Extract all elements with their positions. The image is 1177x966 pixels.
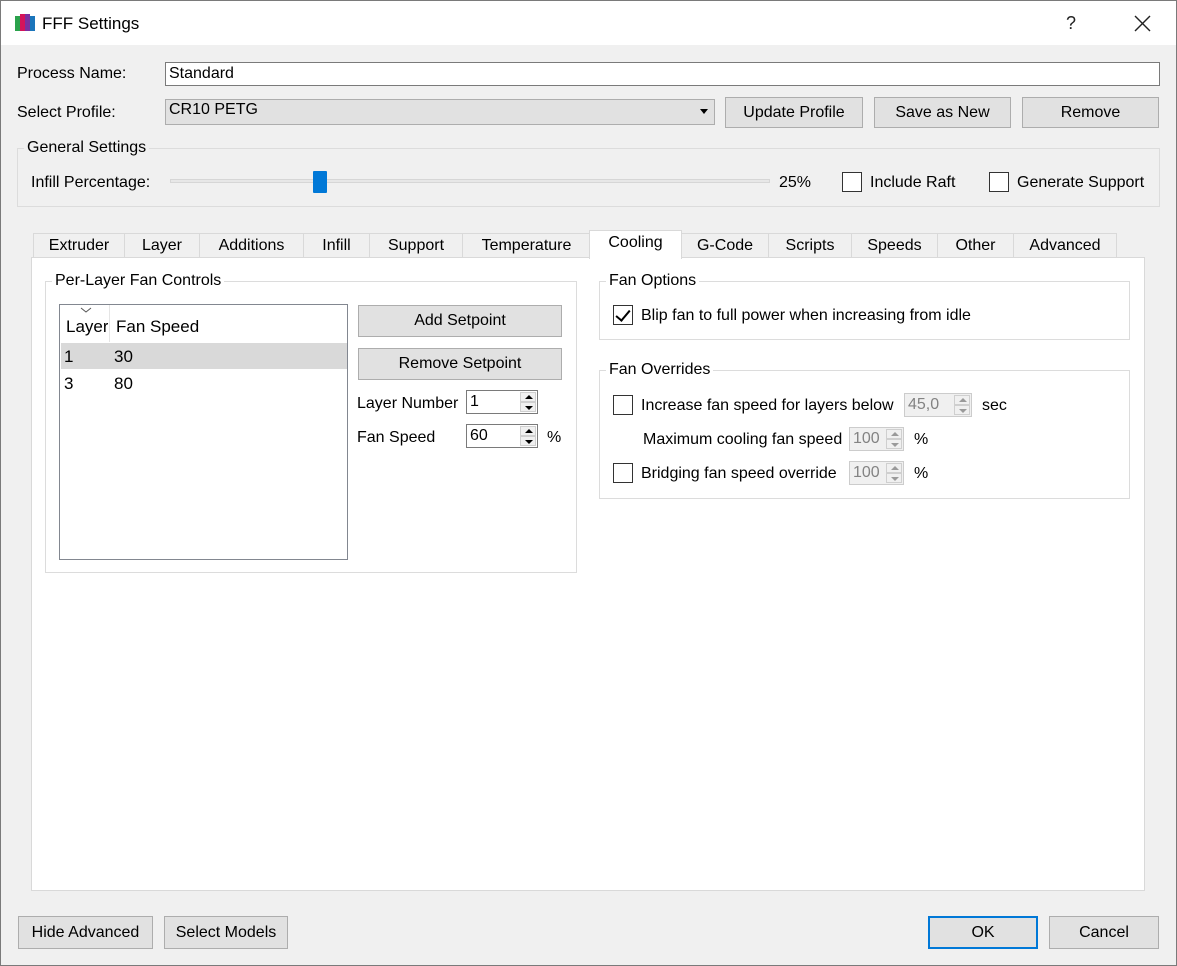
fan-options-title: Fan Options: [606, 272, 700, 290]
process-name-label: Process Name:: [17, 65, 127, 82]
max-cooling-fan-speed-unit: %: [914, 431, 929, 448]
infill-slider-thumb[interactable]: [313, 171, 327, 193]
spin-up-icon[interactable]: [520, 426, 536, 436]
layer-number-value: 1: [470, 393, 479, 410]
spin-up-icon[interactable]: [886, 463, 902, 473]
ok-button[interactable]: OK: [928, 916, 1038, 949]
increase-fan-speed-unit: sec: [982, 397, 1007, 414]
table-row[interactable]: 3 80: [61, 370, 347, 396]
tab-g-code[interactable]: G-Code: [681, 233, 769, 258]
window-title: FFF Settings: [42, 14, 140, 33]
tab-other[interactable]: Other: [937, 233, 1014, 258]
sort-chevron-icon: [80, 307, 92, 313]
row-fan-speed: 30: [114, 347, 133, 366]
spin-up-icon[interactable]: [520, 392, 536, 402]
row-layer: 1: [64, 347, 74, 366]
chevron-down-icon: [700, 109, 708, 114]
spin-down-icon[interactable]: [886, 473, 902, 483]
column-divider: [109, 305, 110, 342]
row-layer: 3: [64, 374, 74, 393]
spin-down-icon[interactable]: [520, 402, 536, 412]
row-fan-speed: 80: [114, 374, 133, 393]
generate-support-label: Generate Support: [1017, 174, 1145, 191]
bridging-fan-speed-spinbox[interactable]: 100: [849, 461, 904, 485]
infill-percentage-label: Infill Percentage:: [31, 174, 151, 191]
profile-select-value: CR10 PETG: [169, 101, 258, 118]
help-button[interactable]: ?: [1048, 2, 1094, 44]
spin-down-icon[interactable]: [520, 436, 536, 446]
profile-select[interactable]: CR10 PETG: [165, 99, 715, 125]
spin-up-icon[interactable]: [886, 429, 902, 439]
tab-temperature[interactable]: Temperature: [462, 233, 591, 258]
bridging-fan-speed-checkbox[interactable]: [613, 463, 633, 483]
spin-up-icon[interactable]: [954, 395, 970, 405]
title-bar: FFF Settings ?: [1, 1, 1176, 45]
tab-layer[interactable]: Layer: [124, 233, 200, 258]
tab-advanced[interactable]: Advanced: [1013, 233, 1117, 258]
save-as-new-button[interactable]: Save as New: [874, 97, 1011, 128]
include-raft-label: Include Raft: [870, 174, 956, 191]
max-cooling-fan-speed-spinbox[interactable]: 100: [849, 427, 904, 451]
fan-speed-unit: %: [547, 429, 562, 446]
bridging-fan-speed-unit: %: [914, 465, 929, 482]
layer-number-label: Layer Number: [357, 395, 459, 412]
add-setpoint-button[interactable]: Add Setpoint: [358, 305, 562, 337]
general-settings-title: General Settings: [24, 139, 150, 157]
tab-support[interactable]: Support: [369, 233, 463, 258]
per-layer-fan-controls-title: Per-Layer Fan Controls: [52, 272, 225, 290]
cancel-button[interactable]: Cancel: [1049, 916, 1159, 949]
infill-slider-track[interactable]: [170, 179, 770, 183]
increase-fan-speed-label: Increase fan speed for layers below: [641, 397, 894, 414]
tab-scripts[interactable]: Scripts: [768, 233, 852, 258]
hide-advanced-button[interactable]: Hide Advanced: [18, 916, 153, 949]
spin-down-icon[interactable]: [886, 439, 902, 449]
update-profile-button[interactable]: Update Profile: [725, 97, 863, 128]
remove-setpoint-button[interactable]: Remove Setpoint: [358, 348, 562, 380]
tab-infill[interactable]: Infill: [303, 233, 370, 258]
spin-down-icon[interactable]: [954, 405, 970, 415]
infill-percentage-value: 25%: [779, 174, 812, 191]
increase-fan-speed-value: 45,0: [908, 396, 940, 413]
tab-speeds[interactable]: Speeds: [851, 233, 938, 258]
select-profile-label: Select Profile:: [17, 104, 116, 121]
bridging-fan-speed-label: Bridging fan speed override: [641, 465, 837, 482]
max-cooling-fan-speed-value: 100: [853, 430, 880, 447]
list-header: Layer Fan Speed: [60, 305, 347, 342]
increase-fan-speed-spinbox[interactable]: 45,0: [904, 393, 972, 417]
bridging-fan-speed-value: 100: [853, 464, 880, 481]
column-header-layer[interactable]: Layer: [66, 317, 108, 337]
layer-number-spinbox[interactable]: 1: [466, 390, 538, 414]
blip-fan-checkbox[interactable]: [613, 305, 633, 325]
tab-cooling[interactable]: Cooling: [589, 230, 682, 259]
tab-additions[interactable]: Additions: [199, 233, 304, 258]
max-cooling-fan-speed-label: Maximum cooling fan speed: [643, 431, 843, 448]
close-button[interactable]: [1119, 2, 1165, 44]
tab-extruder[interactable]: Extruder: [33, 233, 125, 258]
include-raft-checkbox[interactable]: [842, 172, 862, 192]
simplify3d-icon: [15, 14, 35, 31]
fan-speed-value: 60: [470, 427, 488, 444]
increase-fan-speed-checkbox[interactable]: [613, 395, 633, 415]
table-row[interactable]: 1 30: [61, 343, 347, 369]
fan-overrides-title: Fan Overrides: [606, 361, 714, 379]
fan-speed-spinbox[interactable]: 60: [466, 424, 538, 448]
setpoint-list[interactable]: Layer Fan Speed 1 30 3 80: [59, 304, 348, 560]
select-models-button[interactable]: Select Models: [164, 916, 288, 949]
column-header-fan-speed[interactable]: Fan Speed: [116, 317, 199, 337]
remove-button[interactable]: Remove: [1022, 97, 1159, 128]
close-icon: [1134, 15, 1151, 32]
process-name-input[interactable]: Standard: [165, 62, 1160, 86]
fan-speed-label: Fan Speed: [357, 429, 436, 446]
generate-support-checkbox[interactable]: [989, 172, 1009, 192]
blip-fan-label: Blip fan to full power when increasing f…: [641, 307, 971, 324]
